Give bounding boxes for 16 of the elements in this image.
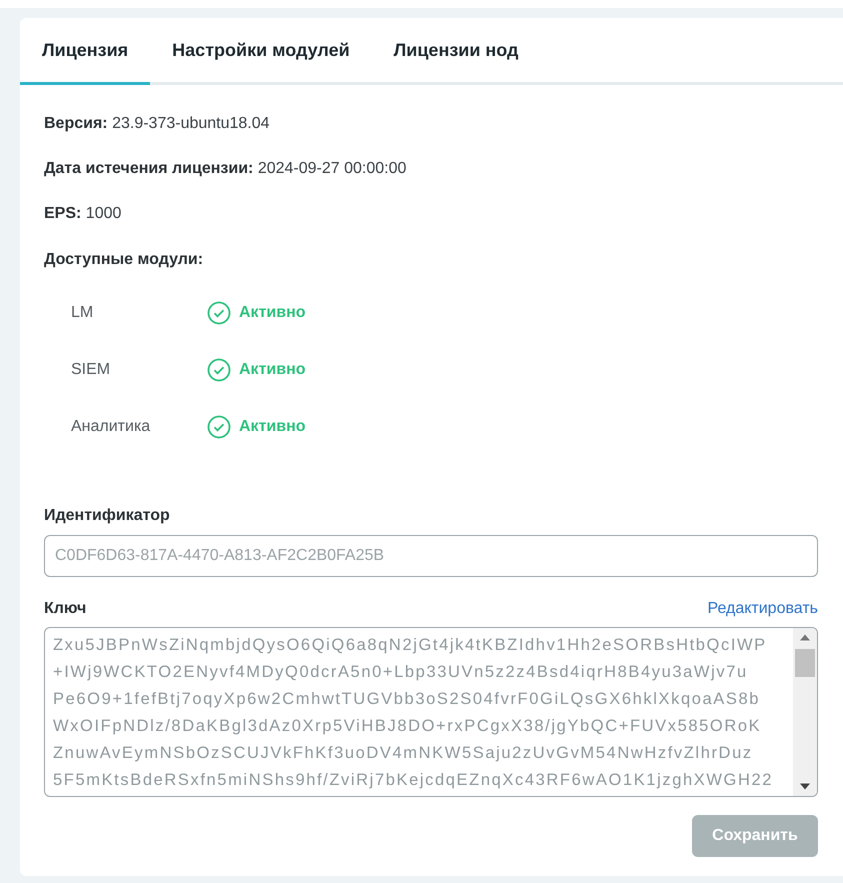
module-name: Аналитика — [71, 418, 152, 436]
module-name: LM — [71, 304, 94, 322]
tab[interactable]: Лицензии нод — [372, 18, 540, 85]
field-label: Идентификатор — [44, 507, 171, 525]
status-label: Активно — [239, 360, 306, 378]
tab[interactable]: Лицензия — [20, 18, 150, 85]
identifier-field[interactable]: C0DF6D63-817A-4470-A813-AF2C2B0FA25B — [44, 535, 818, 577]
status-label: Активно — [239, 418, 306, 436]
info-line: EPS: 1000 — [44, 204, 122, 224]
info-line: Версия: 23.9-373-ubuntu18.04 — [44, 114, 271, 134]
section-title: Доступные модули: — [44, 250, 204, 270]
info-line: Дата истечения лицензии: 2024-09-27 00:00:00 — [44, 159, 408, 179]
module-name: SIEM — [71, 360, 112, 378]
tab[interactable]: Настройки модулей — [150, 18, 372, 85]
field-label: Ключ — [44, 600, 86, 618]
status-label: Активно — [239, 304, 306, 322]
